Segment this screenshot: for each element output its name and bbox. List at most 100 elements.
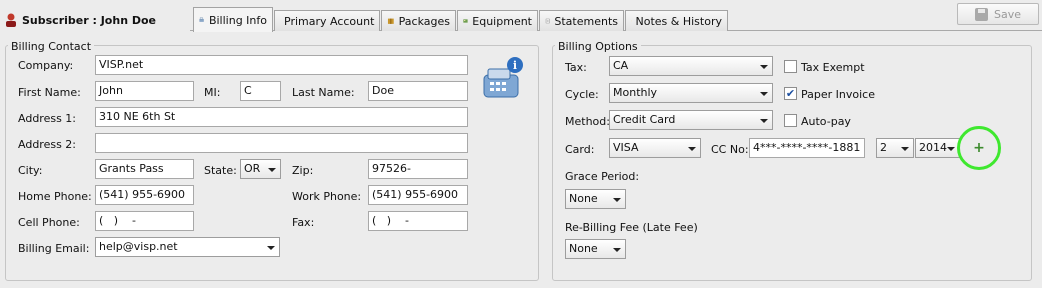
billing-email-label: Billing Email: xyxy=(18,242,90,255)
address1-label: Address 1: xyxy=(18,112,77,125)
statements-icon xyxy=(545,18,550,24)
rebilling-fee-value: None xyxy=(569,242,598,255)
rebilling-fee-select[interactable]: None xyxy=(565,239,626,259)
method-value: Credit Card xyxy=(613,113,676,126)
tax-label: Tax: xyxy=(565,61,587,74)
tab-label: Equipment xyxy=(472,14,532,28)
city-label: City: xyxy=(18,164,43,177)
chevron-down-icon xyxy=(688,147,696,151)
address1-field[interactable]: 310 NE 6th St xyxy=(95,107,468,127)
paper-invoice-checkbox[interactable]: ✔ xyxy=(784,87,797,100)
company-field[interactable]: VISP.net xyxy=(95,55,468,75)
work-phone-label: Work Phone: xyxy=(292,190,362,203)
method-label: Method: xyxy=(565,115,610,128)
tab-equipment[interactable]: Equipment xyxy=(457,10,538,31)
state-value: OR xyxy=(244,162,261,175)
card-select[interactable]: VISA xyxy=(609,138,701,158)
cc-no-label: CC No: xyxy=(711,143,749,156)
paper-invoice-label: Paper Invoice xyxy=(801,88,875,101)
first-name-field[interactable]: John xyxy=(95,81,194,101)
svg-text:i: i xyxy=(513,59,517,72)
grace-period-select[interactable]: None xyxy=(565,189,626,209)
billing-email-select[interactable]: help@visp.net xyxy=(95,237,280,257)
rebilling-fee-label: Re-Billing Fee (Late Fee) xyxy=(565,221,698,234)
chevron-down-icon xyxy=(760,119,768,123)
mi-label: MI: xyxy=(204,86,221,99)
subscriber-label: Subscriber : John Doe xyxy=(22,13,156,27)
exp-month-select[interactable]: 2 xyxy=(876,138,914,158)
card-label: Card: xyxy=(565,143,595,156)
tab-packages[interactable]: Packages xyxy=(381,10,456,31)
save-disk-icon xyxy=(974,7,988,21)
tab-label: Statements xyxy=(554,14,618,28)
tab-billing-info[interactable]: Billing Info xyxy=(193,7,273,32)
billing-options-title: Billing Options xyxy=(555,40,641,53)
fax-field[interactable]: ( ) - xyxy=(368,211,468,231)
tax-exempt-label: Tax Exempt xyxy=(801,61,865,74)
work-phone-field[interactable]: (541) 955-6900 xyxy=(368,185,468,205)
tab-notes-history[interactable]: Notes & History xyxy=(625,10,728,31)
state-label: State: xyxy=(204,164,237,177)
equipment-icon xyxy=(463,19,468,23)
subscriber-header: Subscriber : John Doe xyxy=(2,9,190,31)
cycle-label: Cycle: xyxy=(565,88,599,101)
method-select[interactable]: Credit Card xyxy=(609,110,773,130)
checkmark-icon: ✔ xyxy=(785,87,796,100)
plus-icon: + xyxy=(973,140,985,156)
last-name-label: Last Name: xyxy=(292,86,355,99)
autopay-label: Auto-pay xyxy=(801,115,851,128)
zip-label: Zip: xyxy=(292,164,314,177)
cycle-select[interactable]: Monthly xyxy=(609,83,773,103)
home-phone-field[interactable]: (541) 955-6900 xyxy=(95,185,194,205)
exp-year-select[interactable]: 2014 xyxy=(915,138,960,158)
grace-period-value: None xyxy=(569,192,598,205)
state-select[interactable]: OR xyxy=(240,159,281,179)
cell-phone-field[interactable]: ( ) - xyxy=(95,211,194,231)
chevron-down-icon xyxy=(901,147,909,151)
address2-field[interactable] xyxy=(95,133,468,153)
notes-icon xyxy=(631,20,632,22)
chevron-down-icon xyxy=(613,198,621,202)
mi-field[interactable]: C xyxy=(240,81,281,101)
cash-register-icon: i xyxy=(483,57,523,98)
chevron-down-icon xyxy=(760,65,768,69)
tax-select[interactable]: CA xyxy=(609,56,773,76)
billing-email-value: help@visp.net xyxy=(99,240,178,253)
cc-no-field[interactable]: 4***-****-****-1881 xyxy=(749,138,865,158)
tab-label: Notes & History xyxy=(635,14,722,28)
tax-value: CA xyxy=(613,59,629,72)
chevron-down-icon xyxy=(267,246,275,250)
chevron-down-icon xyxy=(760,92,768,96)
top-bar: Subscriber : John Doe Billing Info Prima… xyxy=(0,0,1042,32)
tab-label: Billing Info xyxy=(208,13,267,27)
grace-period-label: Grace Period: xyxy=(565,170,640,183)
fax-label: Fax: xyxy=(292,216,315,229)
card-value: VISA xyxy=(613,141,639,154)
first-name-label: First Name: xyxy=(18,86,81,99)
save-label: Save xyxy=(993,7,1021,21)
billing-info-icon xyxy=(199,17,204,22)
zip-field[interactable]: 97526- xyxy=(368,159,468,179)
chevron-down-icon xyxy=(613,248,621,252)
home-phone-label: Home Phone: xyxy=(18,190,92,203)
subscriber-icon xyxy=(6,13,16,27)
city-field[interactable]: Grants Pass xyxy=(95,159,194,179)
tab-label: Primary Account xyxy=(284,14,375,28)
autopay-checkbox[interactable] xyxy=(784,114,797,127)
add-card-button[interactable]: + xyxy=(972,141,986,155)
chevron-down-icon xyxy=(947,147,955,151)
tab-statements[interactable]: Statements xyxy=(539,10,624,31)
cell-phone-label: Cell Phone: xyxy=(18,216,80,229)
exp-year-value: 2014 xyxy=(919,141,947,154)
last-name-field[interactable]: Doe xyxy=(368,81,468,101)
tax-exempt-checkbox[interactable] xyxy=(784,60,797,73)
tab-label: Packages xyxy=(398,14,450,28)
save-button[interactable]: Save xyxy=(957,3,1039,25)
tab-primary-account[interactable]: Primary Account xyxy=(274,10,380,31)
chevron-down-icon xyxy=(268,168,276,172)
address2-label: Address 2: xyxy=(18,138,77,151)
company-label: Company: xyxy=(18,59,74,72)
packages-icon xyxy=(387,18,394,24)
cycle-value: Monthly xyxy=(613,86,658,99)
billing-contact-title: Billing Contact xyxy=(8,40,95,53)
